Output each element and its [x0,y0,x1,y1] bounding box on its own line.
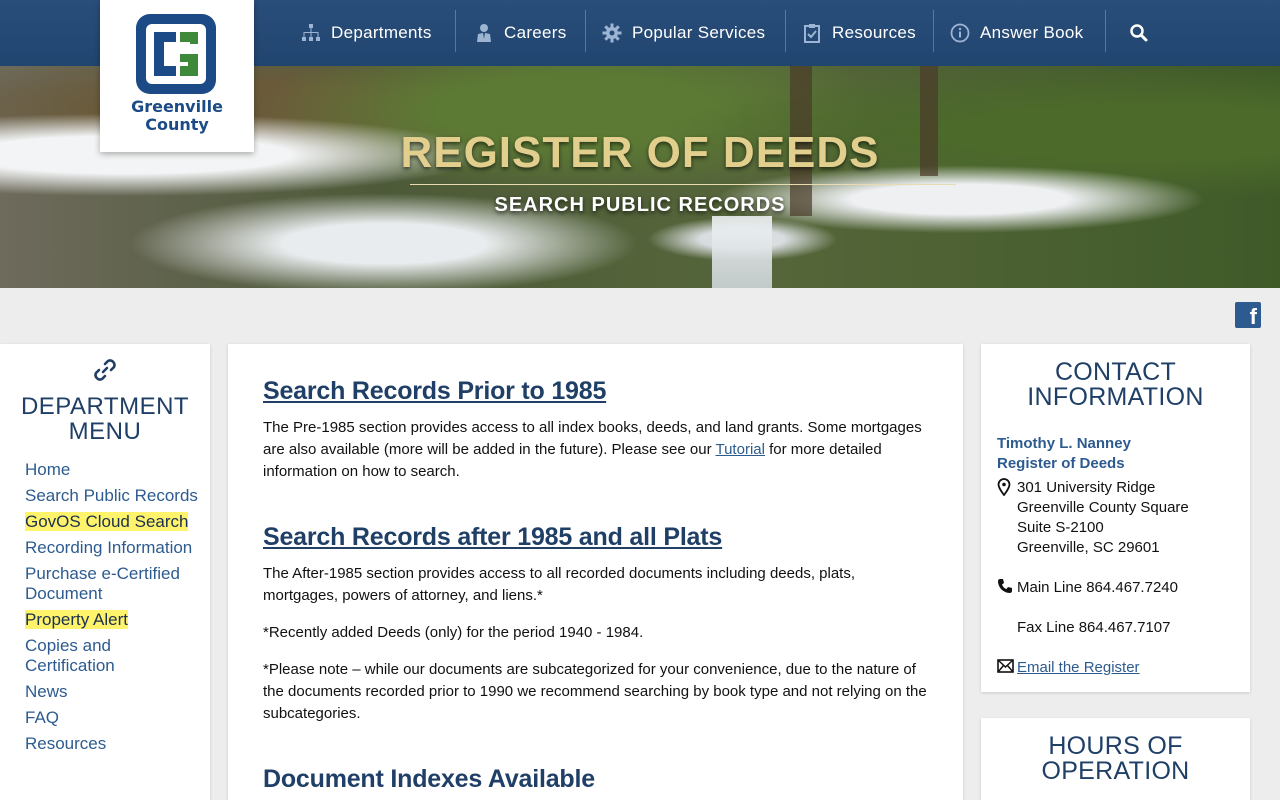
tutorial-link[interactable]: Tutorial [715,441,764,458]
nav-divider [933,10,934,52]
sidebar-item-home[interactable]: Home [25,460,200,480]
search-after-1985-link[interactable]: Search Records after 1985 and all Plats [263,523,722,552]
contact-email: Email the Register [997,658,1140,678]
county-logo[interactable]: Greenville County [100,0,254,152]
page-subtitle: SEARCH PUBLIC RECORDS [494,194,786,216]
fax-spacer [997,618,1017,638]
department-menu-title: DEPARTMENT MENU [0,394,210,444]
nav-divider [1105,10,1106,52]
email-register-link[interactable]: Email the Register [1017,659,1140,676]
nav-divider [455,10,456,52]
sidebar-item-label: Copies and Certification [25,636,115,675]
nav-resources-label: Resources [832,23,916,42]
sidebar-item-label: FAQ [25,708,60,727]
department-menu: DEPARTMENT MENU Home Search Public Recor… [0,344,210,800]
link-icon [94,359,116,381]
sidebar-item-label: GovOS Cloud Search [25,512,189,531]
nav-answer-book-label: Answer Book [980,23,1084,42]
clipboard-check-icon [801,22,823,44]
nav-departments-label: Departments [331,23,432,42]
sidebar-item-search-public-records[interactable]: Search Public Records [25,486,200,506]
nav-popular-services-label: Popular Services [632,23,766,42]
phone-icon [997,578,1017,598]
sidebar-item-govos-cloud-search[interactable]: GovOS Cloud Search [25,512,200,532]
sidebar-menu-list: Home Search Public Records GovOS Cloud S… [25,460,200,760]
main-line-text: Main Line 864.467.7240 [1017,579,1178,596]
sidebar-item-purchase-e-certified[interactable]: Purchase e-Certified Document [25,564,200,604]
address-line: Greenville, SC 29601 [1017,539,1160,556]
sidebar-item-copies-certification[interactable]: Copies and Certification [25,636,200,676]
dept-title-line1: DEPARTMENT [20,393,190,420]
map-pin-icon [997,478,1017,498]
address-line: Suite S-2100 [1017,519,1104,536]
hours-title-line2: OPERATION [1041,757,1190,785]
sidebar-item-faq[interactable]: FAQ [25,708,200,728]
nav-divider [585,10,586,52]
contact-information: CONTACT INFORMATION Timothy L. Nanney Re… [981,344,1250,692]
main-content: Search Records Prior to 1985 The Pre-198… [228,344,963,800]
hours-of-operation: HOURS OF OPERATION [981,718,1250,800]
logo-line2: County [145,115,209,134]
facebook-link[interactable]: f [1235,302,1261,329]
info-circle-icon [949,22,971,44]
nav-popular-services[interactable]: Popular Services [601,0,765,66]
sidebar-item-resources[interactable]: Resources [25,734,200,754]
address-line: Greenville County Square [1017,499,1189,516]
prior-1985-description: The Pre-1985 section provides access to … [263,417,931,483]
hours-title: HOURS OF OPERATION [981,718,1250,784]
contact-name: Timothy L. Nanney [997,435,1131,452]
person-tie-icon [473,22,495,44]
contact-fax-line: Fax Line 864.467.7107 [997,618,1170,638]
nav-careers[interactable]: Careers [473,0,567,66]
dept-title-line2: MENU [68,418,142,445]
title-divider [410,184,956,185]
search-prior-1985-link[interactable]: Search Records Prior to 1985 [263,377,606,406]
contact-title: CONTACT INFORMATION [981,344,1250,410]
hero-waterfall [712,216,772,288]
contact-address: 301 University Ridge Greenville County S… [997,478,1189,558]
document-indexes-heading: Document Indexes Available [263,765,595,793]
recently-added-note: *Recently added Deeds (only) for the per… [263,624,644,641]
contact-role: Register of Deeds [997,455,1125,472]
search-button[interactable] [1126,20,1152,46]
nav-divider [785,10,786,52]
sidebar-item-label: Property Alert [25,610,128,629]
subcategory-note: *Please note – while our documents are s… [263,661,927,722]
nav-careers-label: Careers [504,23,567,42]
facebook-icon: f [1249,304,1257,329]
county-logo-mark [136,14,216,94]
county-logo-text: Greenville County [100,98,254,134]
address-line: 301 University Ridge [1017,479,1156,496]
nav-departments[interactable]: Departments [300,0,432,66]
contact-main-line: Main Line 864.467.7240 [997,578,1178,598]
sidebar-item-property-alert[interactable]: Property Alert [25,610,200,630]
contact-title-line2: INFORMATION [1027,383,1204,411]
sidebar-item-recording-information[interactable]: Recording Information [25,538,200,558]
gear-icon [601,22,623,44]
hours-title-line1: HOURS OF [1048,732,1183,760]
envelope-icon [997,658,1017,678]
logo-line1: Greenville [131,97,223,116]
org-chart-icon [300,22,322,44]
fax-line-text: Fax Line 864.467.7107 [1017,619,1171,636]
contact-person: Timothy L. Nanney Register of Deeds [997,434,1131,474]
sidebar-item-label: Search Public Records [25,486,198,505]
sidebar-item-news[interactable]: News [25,682,200,702]
after-1985-description: The After-1985 section provides access t… [263,565,856,604]
sidebar-item-label: Purchase e-Certified Document [25,564,180,603]
nav-resources[interactable]: Resources [801,0,916,66]
sidebar-item-label: Home [25,460,71,479]
sidebar-item-label: News [25,682,68,701]
sidebar-item-label: Recording Information [25,538,193,557]
contact-title-line1: CONTACT [1054,358,1177,386]
nav-answer-book[interactable]: Answer Book [949,0,1083,66]
sidebar-item-label: Resources [25,734,107,753]
search-icon [1130,24,1148,42]
